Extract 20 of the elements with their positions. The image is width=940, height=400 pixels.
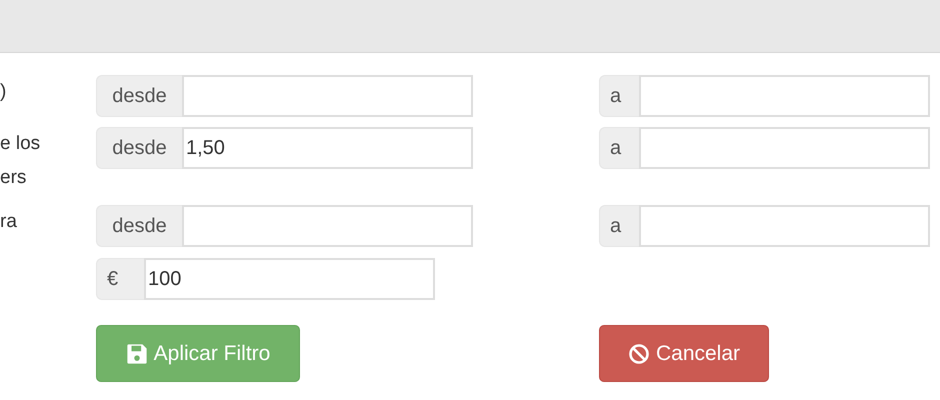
input-addon: a: [599, 205, 639, 247]
input-addon: desde: [96, 205, 182, 247]
input-addon: a: [599, 75, 639, 117]
input-field[interactable]: [182, 75, 473, 117]
field-label: ra: [0, 210, 17, 234]
input-addon: desde: [96, 127, 182, 169]
input-field[interactable]: [639, 75, 930, 117]
input-field[interactable]: [639, 205, 930, 247]
input-addon: desde: [96, 75, 182, 117]
field-label: e los: [0, 132, 40, 156]
input-field[interactable]: [639, 127, 930, 169]
input-field[interactable]: 100: [144, 258, 435, 300]
field-label: ers: [0, 166, 26, 190]
cancel-button[interactable]: Cancelar: [599, 325, 769, 382]
field-label: ): [0, 80, 6, 104]
input-addon: €: [96, 258, 144, 300]
input-field[interactable]: 1,50: [182, 127, 473, 169]
input-addon: a: [599, 127, 639, 169]
ban-icon: [628, 342, 650, 364]
input-field[interactable]: [182, 205, 473, 247]
